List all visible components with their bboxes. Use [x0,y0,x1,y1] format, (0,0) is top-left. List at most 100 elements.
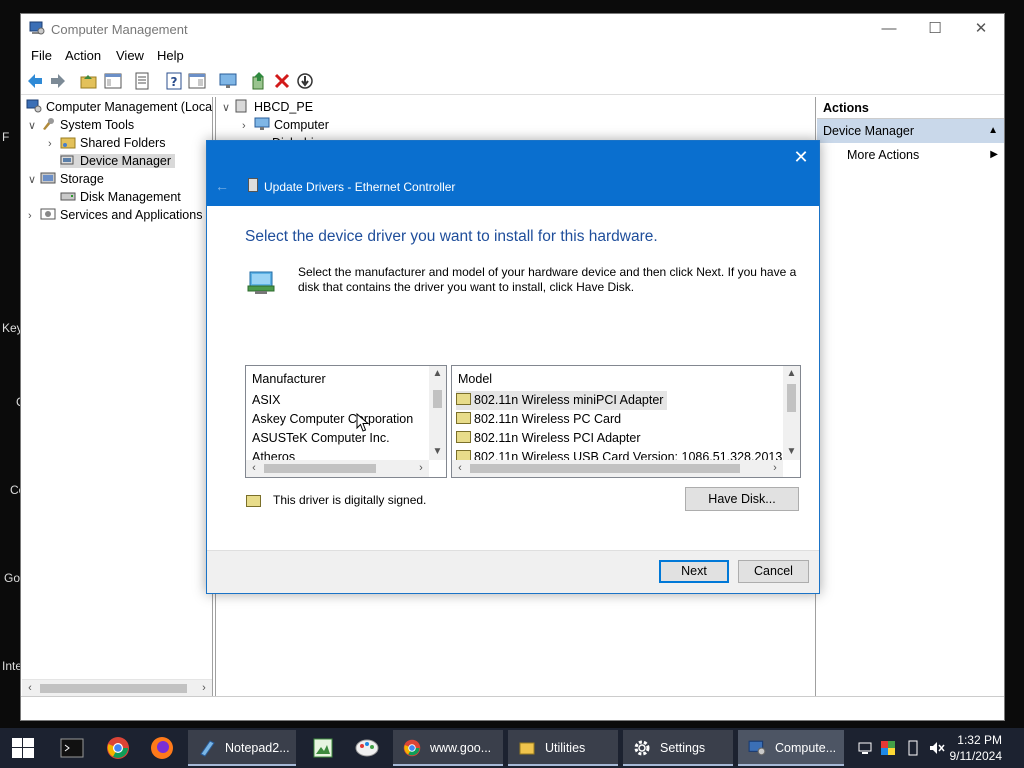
model-item-selected[interactable]: 802.11n Wireless miniPCI Adapter [456,391,668,410]
scroll-up-arrow-icon[interactable]: ▲ [429,366,446,382]
scroll-thumb[interactable] [433,390,442,408]
up-folder-icon[interactable] [79,71,99,91]
scroll-thumb[interactable] [470,464,740,473]
tree-item-services[interactable]: › Services and Applications [28,206,202,224]
collapse-up-icon[interactable]: ▲ [988,119,998,143]
scroll-thumb[interactable] [264,464,376,473]
have-disk-button[interactable]: Have Disk... [685,487,799,511]
title-bar[interactable]: Computer Management — ☐ ✕ [21,14,1004,44]
help-icon[interactable]: ? [164,71,184,91]
taskbar-task-utilities[interactable]: Utilities [508,730,618,766]
model-header: Model [458,372,493,386]
color-tray-icon[interactable] [880,740,896,756]
start-windows-icon[interactable] [12,738,34,758]
paint-icon[interactable] [354,737,380,759]
scroll-left-arrow-icon[interactable]: ‹ [452,460,468,477]
maximize-button[interactable]: ☐ [912,14,958,44]
device-tree-host[interactable]: ∨ HBCD_PE [222,98,313,116]
disable-icon[interactable] [295,71,315,91]
model-item[interactable]: 802.11n Wireless PCI Adapter [456,429,641,448]
tree-item-shared-folders[interactable]: › Shared Folders [48,134,165,152]
more-actions-item[interactable]: More Actions ▶ [817,143,1004,167]
taskbar-task-notepad[interactable]: Notepad2... [188,730,296,766]
model-vertical-scrollbar[interactable]: ▲ ▼ [783,366,800,460]
properties-icon[interactable] [132,71,152,91]
gear-icon [634,740,650,756]
scroll-right-arrow-icon[interactable]: › [196,680,212,697]
back-arrow-icon[interactable]: ← [215,178,229,194]
taskbar-task-browser[interactable]: www.goo... [393,730,503,766]
taskbar-task-computer-management[interactable]: Compute... [738,730,844,766]
close-button[interactable]: ✕ [958,14,1004,44]
tree-item-device-manager[interactable]: Device Manager [60,152,176,170]
scroll-thumb[interactable] [787,384,796,412]
chevron-right-icon[interactable]: › [28,207,40,225]
scroll-left-arrow-icon[interactable]: ‹ [22,680,38,697]
model-label: 802.11n Wireless miniPCI Adapter [474,393,664,407]
scroll-up-arrow-icon[interactable]: ▲ [783,366,800,382]
manufacturer-vertical-scrollbar[interactable]: ▲ ▼ [429,366,446,460]
driver-icon [456,431,471,443]
tree-item-root[interactable]: Computer Management (Local [26,98,212,116]
model-horizontal-scrollbar[interactable]: ‹ › [452,460,783,477]
folder-icon [519,742,535,755]
actions-section-label: Device Manager [823,124,915,138]
menu-file[interactable]: File [31,48,52,63]
menu-action[interactable]: Action [65,48,101,63]
tree-item-system-tools[interactable]: ∨ System Tools [28,116,134,134]
window-title: Computer Management [51,22,188,37]
clock-date: 9/11/2024 [949,749,1003,763]
manufacturer-listbox[interactable]: Manufacturer ASIX Askey Computer Corpora… [245,365,447,478]
model-item[interactable]: 802.11n Wireless PC Card [456,410,621,429]
actions-section-device-manager[interactable]: Device Manager ▲ [817,119,1004,143]
disk-icon [60,192,76,201]
volume-muted-icon[interactable] [928,740,946,756]
dialog-title: Update Drivers - Ethernet Controller [264,180,456,194]
manufacturer-item[interactable]: Atheros [252,448,295,460]
image-viewer-icon[interactable] [312,737,334,759]
tree-item-disk-management[interactable]: Disk Management [60,188,181,206]
scroll-right-arrow-icon[interactable]: › [413,460,429,477]
minimize-button[interactable]: — [866,14,912,44]
update-driver-icon[interactable] [249,71,269,91]
firefox-icon[interactable] [150,736,174,760]
uninstall-icon[interactable] [272,71,292,91]
taskbar-task-settings[interactable]: Settings [623,730,733,766]
scroll-thumb[interactable] [40,684,187,693]
actions-header: Actions [817,97,1004,119]
scroll-left-arrow-icon[interactable]: ‹ [246,460,262,477]
chrome-icon[interactable] [106,736,130,760]
tree-item-storage[interactable]: ∨ Storage [28,170,104,188]
monitor-icon[interactable] [218,71,238,91]
forward-arrow-icon[interactable] [48,71,68,91]
desktop-label: F [2,130,10,144]
driver-icon [456,450,471,460]
next-button[interactable]: Next [659,560,729,583]
network-tray-icon[interactable] [857,740,873,756]
show-hide-tree-icon[interactable] [103,71,123,91]
model-listbox[interactable]: Model 802.11n Wireless miniPCI Adapter 8… [451,365,801,478]
chevron-right-icon[interactable]: › [48,135,60,153]
manufacturer-item[interactable]: Askey Computer Corporation [252,410,413,429]
model-item[interactable]: 802.11n Wireless USB Card Version: 1086.… [456,448,800,460]
device-tree-computer[interactable]: › Computer [242,116,329,134]
console-tree-icon[interactable] [187,71,207,91]
menu-help[interactable]: Help [157,48,184,63]
scroll-down-arrow-icon[interactable]: ▼ [429,444,446,460]
terminal-icon[interactable] [60,738,84,758]
dialog-close-button[interactable]: ✕ [791,147,811,168]
cancel-button[interactable]: Cancel [738,560,809,583]
scroll-down-arrow-icon[interactable]: ▼ [783,444,800,460]
chevron-right-icon[interactable]: › [242,117,254,135]
chevron-down-icon[interactable]: ∨ [222,99,234,117]
usb-tray-icon[interactable] [906,740,920,756]
back-arrow-icon[interactable] [25,71,45,91]
tree-horizontal-scrollbar[interactable]: ‹ › [22,679,212,696]
scroll-right-arrow-icon[interactable]: › [767,460,783,477]
chevron-down-icon[interactable]: ∨ [28,171,40,189]
chevron-down-icon[interactable]: ∨ [28,117,40,135]
manufacturer-item[interactable]: ASIX [252,391,281,410]
manufacturer-horizontal-scrollbar[interactable]: ‹ › [246,460,429,477]
tray-clock[interactable]: 1:32 PM 9/11/2024 [950,732,1003,764]
menu-view[interactable]: View [116,48,144,63]
